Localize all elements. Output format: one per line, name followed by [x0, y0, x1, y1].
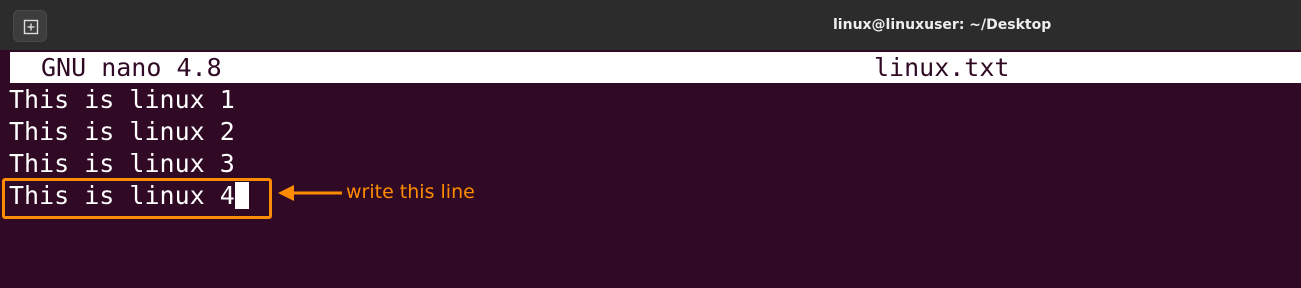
editor-line-text: This is linux 2: [9, 117, 235, 146]
editor-line[interactable]: This is linux 1: [9, 84, 1289, 116]
editor-line-text: This is linux 1: [9, 85, 235, 114]
nano-header-bar: GNU nano 4.8 linux.txt: [10, 52, 1301, 83]
nano-version: GNU nano 4.8: [41, 53, 222, 82]
titlebar: linux@linuxuser: ~/Desktop: [0, 0, 1301, 50]
nano-filename: linux.txt: [874, 53, 1010, 82]
arrow-left-icon: [278, 185, 342, 201]
editor-line[interactable]: This is linux 2: [9, 116, 1289, 148]
highlight-box: [2, 178, 272, 219]
window-title: linux@linuxuser: ~/Desktop: [833, 17, 1052, 33]
editor-line[interactable]: This is linux 3: [9, 148, 1289, 180]
terminal-window: linux@linuxuser: ~/Desktop GNU nano 4.8 …: [0, 0, 1301, 288]
annotation-label: write this line: [346, 181, 475, 203]
editor-line-text: This is linux 3: [9, 149, 235, 178]
window-title-container: linux@linuxuser: ~/Desktop: [0, 0, 1301, 50]
